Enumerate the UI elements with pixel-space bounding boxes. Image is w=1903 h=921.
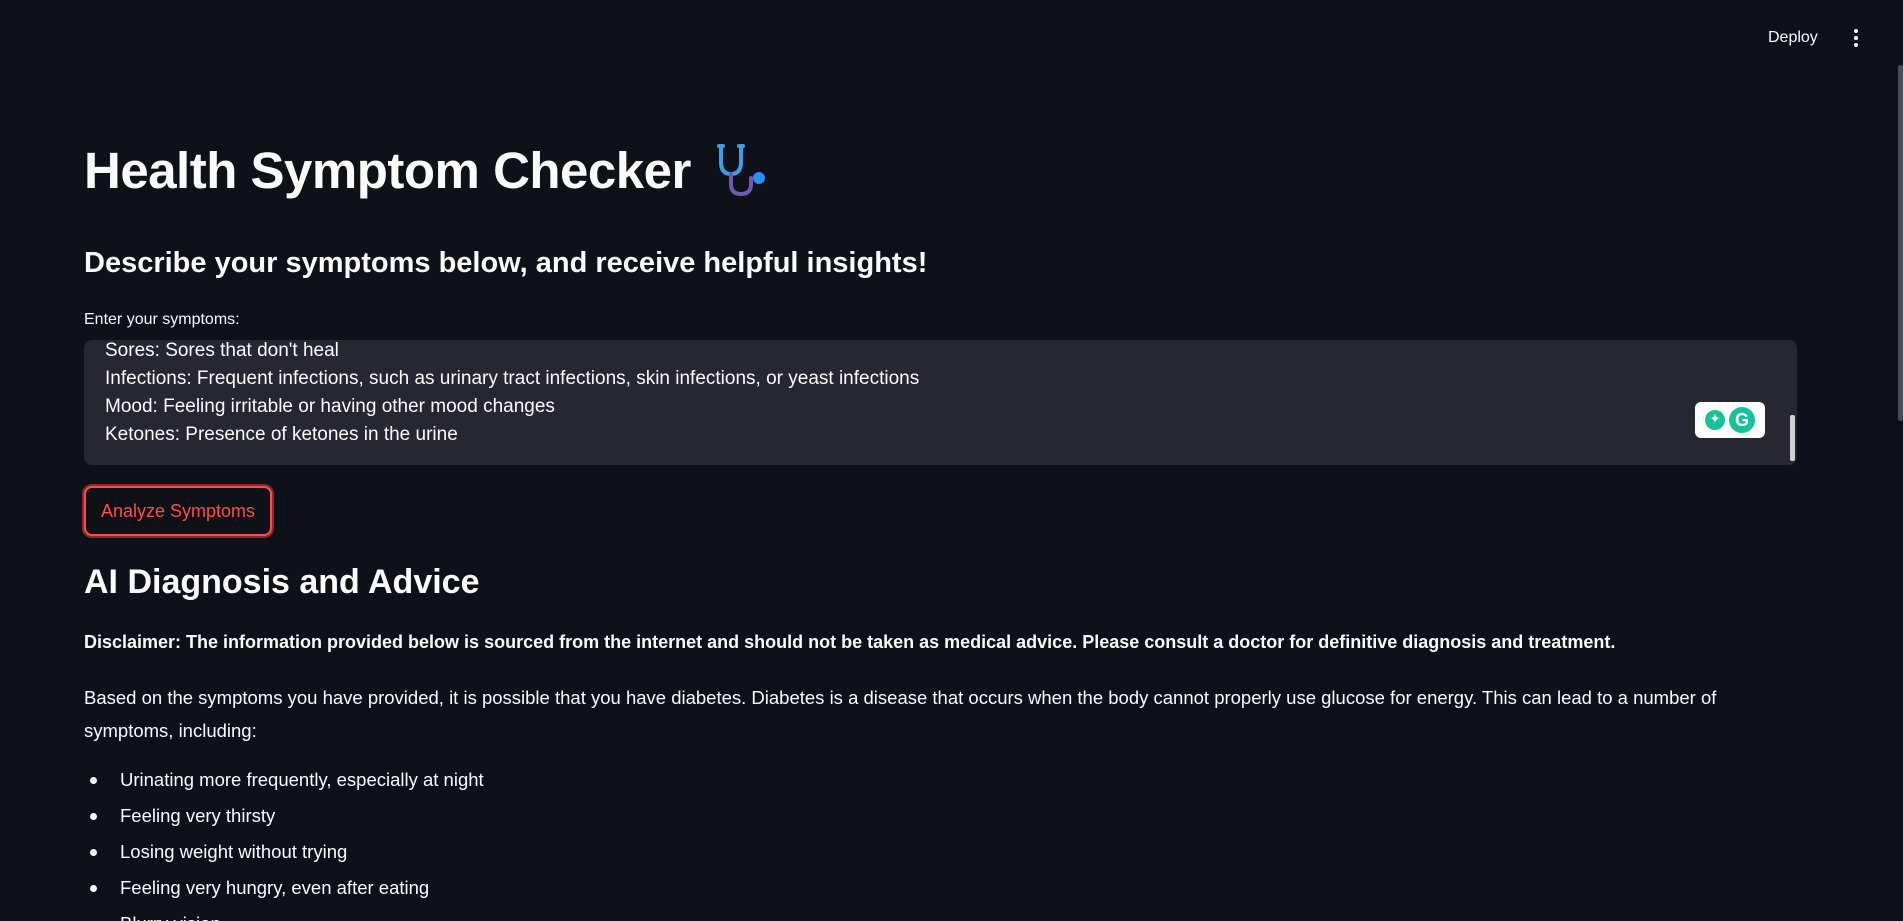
textarea-scrollbar[interactable] xyxy=(1790,415,1795,461)
list-item: Feeling very hungry, even after eating xyxy=(84,870,484,906)
textarea-line: Mood: Feeling irritable or having other … xyxy=(105,396,555,417)
grammarly-logo-icon[interactable]: G xyxy=(1729,407,1755,433)
list-item: Urinating more frequently, especially at… xyxy=(84,762,484,798)
top-toolbar: Deploy xyxy=(0,0,1903,76)
app-root: Deploy Health Symptom Checker Describe y… xyxy=(0,0,1903,921)
page-title: Health Symptom Checker xyxy=(84,141,691,199)
diagnosis-heading: AI Diagnosis and Advice xyxy=(84,563,480,601)
page-scrollbar[interactable] xyxy=(1898,65,1903,421)
textarea-line: Ketones: Presence of ketones in the urin… xyxy=(105,424,458,445)
textarea-line: Sores: Sores that don't heal xyxy=(105,340,339,361)
menu-dot xyxy=(1854,43,1858,47)
kebab-vertical-icon[interactable] xyxy=(1848,26,1864,50)
grammarly-widget[interactable]: ✦ G xyxy=(1695,402,1765,438)
menu-dot xyxy=(1854,36,1858,40)
symptoms-input-label: Enter your symptoms: xyxy=(84,311,240,328)
analyze-symptoms-button[interactable]: Analyze Symptoms xyxy=(84,486,273,536)
list-item: Feeling very thirsty xyxy=(84,798,484,834)
stethoscope-icon xyxy=(716,144,765,197)
symptoms-textarea[interactable]: Sores: Sores that don't heal Infections:… xyxy=(84,340,1797,465)
title-row: Health Symptom Checker xyxy=(84,130,1797,210)
list-item: Blurry vision xyxy=(84,906,484,921)
diagnosis-intro: Based on the symptoms you have provided,… xyxy=(84,687,1717,741)
textarea-content[interactable]: Sores: Sores that don't heal Infections:… xyxy=(105,340,919,449)
page-subtitle: Describe your symptoms below, and receiv… xyxy=(84,247,928,279)
deploy-button[interactable]: Deploy xyxy=(1758,24,1828,52)
symptom-list: Urinating more frequently, especially at… xyxy=(84,762,484,921)
lightbulb-icon[interactable]: ✦ xyxy=(1705,410,1725,430)
disclaimer-text: Disclaimer: The information provided bel… xyxy=(84,632,1616,652)
main-content: Health Symptom Checker Describe your sym… xyxy=(84,130,1797,921)
menu-dot xyxy=(1854,29,1858,33)
textarea-line: Infections: Frequent infections, such as… xyxy=(105,368,920,389)
list-item: Losing weight without trying xyxy=(84,834,484,870)
